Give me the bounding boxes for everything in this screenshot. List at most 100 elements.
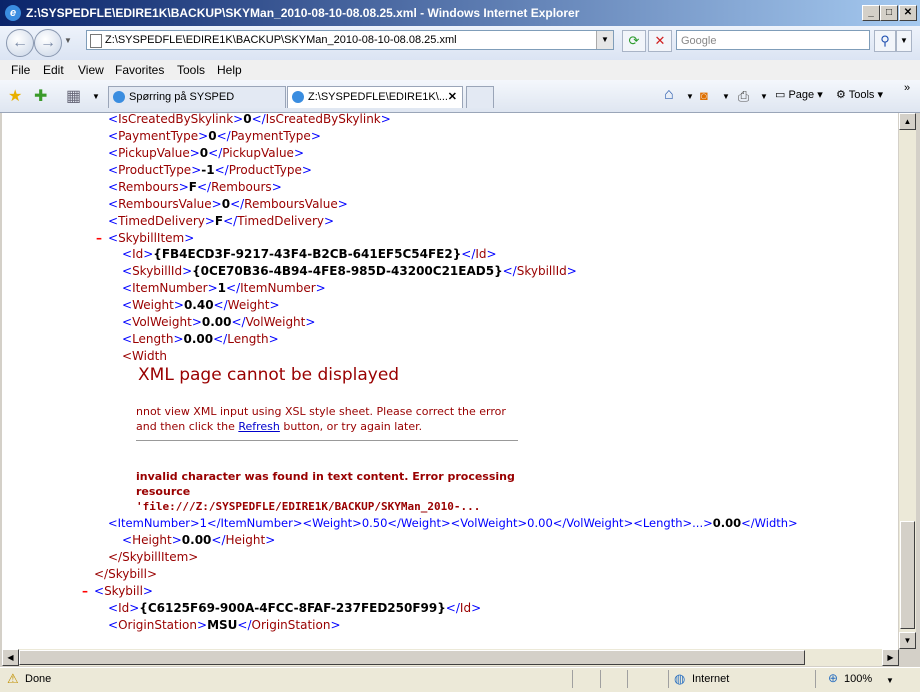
page-menu-button[interactable]: ▭ Page ▾	[775, 88, 823, 101]
error-line-2: and then click the Refresh button, or tr…	[136, 420, 423, 433]
error-divider	[136, 440, 518, 441]
collapse-skybill-icon[interactable]: –	[82, 584, 88, 598]
internet-zone-icon: ◍	[674, 671, 686, 686]
address-field[interactable]: Z:\SYSPEDFLE\EDIRE1K\BACKUP\SKYMan_2010-…	[86, 30, 614, 50]
ie-tab-icon	[113, 91, 125, 103]
tab-list-dropdown-icon[interactable]: ▼	[92, 92, 100, 101]
print-dropdown-icon[interactable]: ▼	[760, 92, 768, 101]
address-url: Z:\SYSPEDFLE\EDIRE1K\BACKUP\SKYMan_2010-…	[105, 34, 457, 46]
tab-xml-file[interactable]: Z:\SYSPEDFLE\EDIRE1K\... ✕	[287, 86, 463, 108]
item-number-long-line: <ItemNumber>1</ItemNumber><Weight>0.50</…	[108, 516, 798, 530]
ie-logo-icon: e	[5, 5, 21, 21]
feeds-dropdown-icon[interactable]: ▼	[722, 92, 730, 101]
xml-item-line: <Length>0.00</Length>	[122, 332, 279, 346]
menu-edit[interactable]: Edit	[43, 63, 64, 77]
scroll-down-icon[interactable]: ▼	[899, 632, 916, 649]
error-title: XML page cannot be displayed	[138, 365, 400, 385]
tab-sporring[interactable]: Spørring på SYSPED	[108, 86, 286, 108]
page-menu-label: Page	[788, 89, 815, 101]
gear-icon: ⚙	[836, 89, 846, 101]
xml-line: <IsCreatedBySkylink>0</IsCreatedBySkylin…	[108, 113, 391, 126]
xml-item-line: <Weight>0.40</Weight>	[122, 298, 280, 312]
history-dropdown-icon[interactable]: ▼	[64, 36, 72, 45]
xml-line: <PaymentType>0</PaymentType>	[108, 129, 321, 143]
scroll-up-icon[interactable]: ▲	[899, 113, 916, 130]
search-icon[interactable]: ⚲	[874, 30, 896, 52]
add-favorites-icon[interactable]: ✚	[34, 86, 47, 106]
zone-text: Internet	[692, 673, 730, 685]
title-bar: e Z:\SYSPEDFLE\EDIRE1K\BACKUP\SKYMan_201…	[0, 0, 920, 26]
xml-line: <OriginStation>MSU</OriginStation>	[108, 618, 341, 632]
favorites-star-icon[interactable]: ★	[8, 86, 22, 106]
zoom-dropdown-icon[interactable]: ▼	[886, 676, 894, 685]
skybillitem-close: </SkybillItem>	[108, 550, 199, 564]
address-dropdown-icon[interactable]: ▼	[596, 31, 613, 49]
tab-bar: ★ ✚ ▦ ▼ Spørring på SYSPED Z:\SYSPEDFLE\…	[0, 80, 920, 113]
scroll-left-icon[interactable]: ◀	[2, 649, 19, 666]
vertical-scroll-thumb[interactable]	[900, 521, 915, 629]
xml-line: <PickupValue>0</PickupValue>	[108, 146, 304, 160]
scroll-right-icon[interactable]: ▶	[882, 649, 899, 666]
skybill-open: <Skybill>	[94, 584, 153, 598]
back-button[interactable]: ←	[6, 29, 34, 57]
search-options-icon[interactable]: ▼	[896, 30, 912, 52]
collapse-skybillitem-icon[interactable]: –	[96, 231, 102, 245]
page-doc-icon: ▭	[775, 89, 786, 101]
home-dropdown-icon[interactable]: ▼	[686, 92, 694, 101]
xml-line: <TimedDelivery>F</TimedDelivery>	[108, 214, 335, 228]
xml-item-line: <ItemNumber>1</ItemNumber>	[122, 281, 326, 295]
skybill-close: </Skybill>	[94, 567, 158, 581]
print-icon[interactable]: ⎙	[738, 88, 749, 105]
menu-file[interactable]: File	[11, 63, 30, 77]
error-detail-3: 'file:///Z:/SYSPEDFLE/EDIRE1K/BACKUP/SKY…	[136, 500, 481, 513]
tab-label: Spørring på SYSPED	[129, 91, 235, 103]
refresh-link[interactable]: Refresh	[238, 420, 280, 433]
zoom-level[interactable]: 100%	[844, 673, 872, 685]
horizontal-scroll-thumb[interactable]	[19, 650, 805, 665]
skybillitem-open: <SkybillItem>	[108, 231, 195, 245]
height-line: <Height>0.00</Height>	[122, 533, 276, 547]
forward-button[interactable]: →	[34, 29, 62, 57]
status-bar: ⚠ Done ◍ Internet ⊕ 100% ▼	[0, 667, 920, 692]
width-open-tag: <Width	[122, 349, 167, 363]
xml-line: <RemboursValue>0</RemboursValue>	[108, 197, 348, 211]
xml-line: <Rembours>F</Rembours>	[108, 180, 282, 194]
feeds-icon[interactable]: ◙	[700, 88, 708, 103]
menu-favorites[interactable]: Favorites	[115, 63, 164, 77]
zoom-icon[interactable]: ⊕	[828, 671, 838, 685]
maximize-button[interactable]: □	[880, 5, 898, 21]
xml-item-line: <VolWeight>0.00</VolWeight>	[122, 315, 316, 329]
error-line-1: nnot view XML input using XSL style shee…	[136, 405, 506, 418]
menu-view[interactable]: View	[78, 63, 104, 77]
home-icon[interactable]: ⌂	[664, 86, 674, 104]
ie-tab-icon	[292, 91, 304, 103]
xml-line: <ProductType>-1</ProductType>	[108, 163, 312, 177]
status-text: Done	[25, 673, 52, 685]
tools-menu-button[interactable]: ⚙ Tools ▾	[836, 88, 883, 101]
menu-tools[interactable]: Tools	[177, 63, 205, 77]
xml-document: <IsCreatedBySkylink>0</IsCreatedBySkylin…	[2, 113, 898, 649]
refresh-icon[interactable]: ⟳	[622, 30, 646, 52]
close-window-button[interactable]: ✕	[899, 5, 917, 21]
error-detail-1: invalid character was found in text cont…	[136, 470, 515, 483]
close-tab-icon[interactable]: ✕	[448, 90, 457, 103]
tab-label: Z:\SYSPEDFLE\EDIRE1K\...	[308, 91, 448, 103]
quick-tabs-icon[interactable]: ▦	[66, 86, 81, 106]
chevron-more-icon[interactable]: »	[904, 82, 910, 94]
error-detail-2: resource	[136, 485, 191, 498]
minimize-button[interactable]: _	[862, 5, 880, 21]
stop-icon[interactable]: ✕	[648, 30, 672, 52]
page-icon	[90, 34, 102, 48]
horizontal-scrollbar[interactable]: ◀ ▶	[2, 649, 899, 666]
new-tab-button[interactable]	[466, 86, 494, 108]
menu-help[interactable]: Help	[217, 63, 242, 77]
warning-icon[interactable]: ⚠	[7, 671, 19, 687]
xml-line: <Id>{C6125F69-900A-4FCC-8FAF-237FED250F9…	[108, 601, 482, 615]
window-title: Z:\SYSPEDFLE\EDIRE1K\BACKUP\SKYMan_2010-…	[26, 6, 580, 20]
vertical-scrollbar[interactable]: ▲ ▼	[899, 113, 916, 649]
menu-bar: File Edit View Favorites Tools Help	[0, 60, 920, 80]
xml-item-line: <Id>{FB4ECD3F-9217-43F4-B2CB-641EF5C54FE…	[122, 247, 497, 261]
search-input[interactable]: Google	[676, 30, 870, 50]
address-toolbar: ← → ▼ Z:\SYSPEDFLE\EDIRE1K\BACKUP\SKYMan…	[0, 26, 920, 61]
xml-item-line: <SkybillId>{0CE70B36-4B94-4FE8-985D-4320…	[122, 264, 577, 278]
